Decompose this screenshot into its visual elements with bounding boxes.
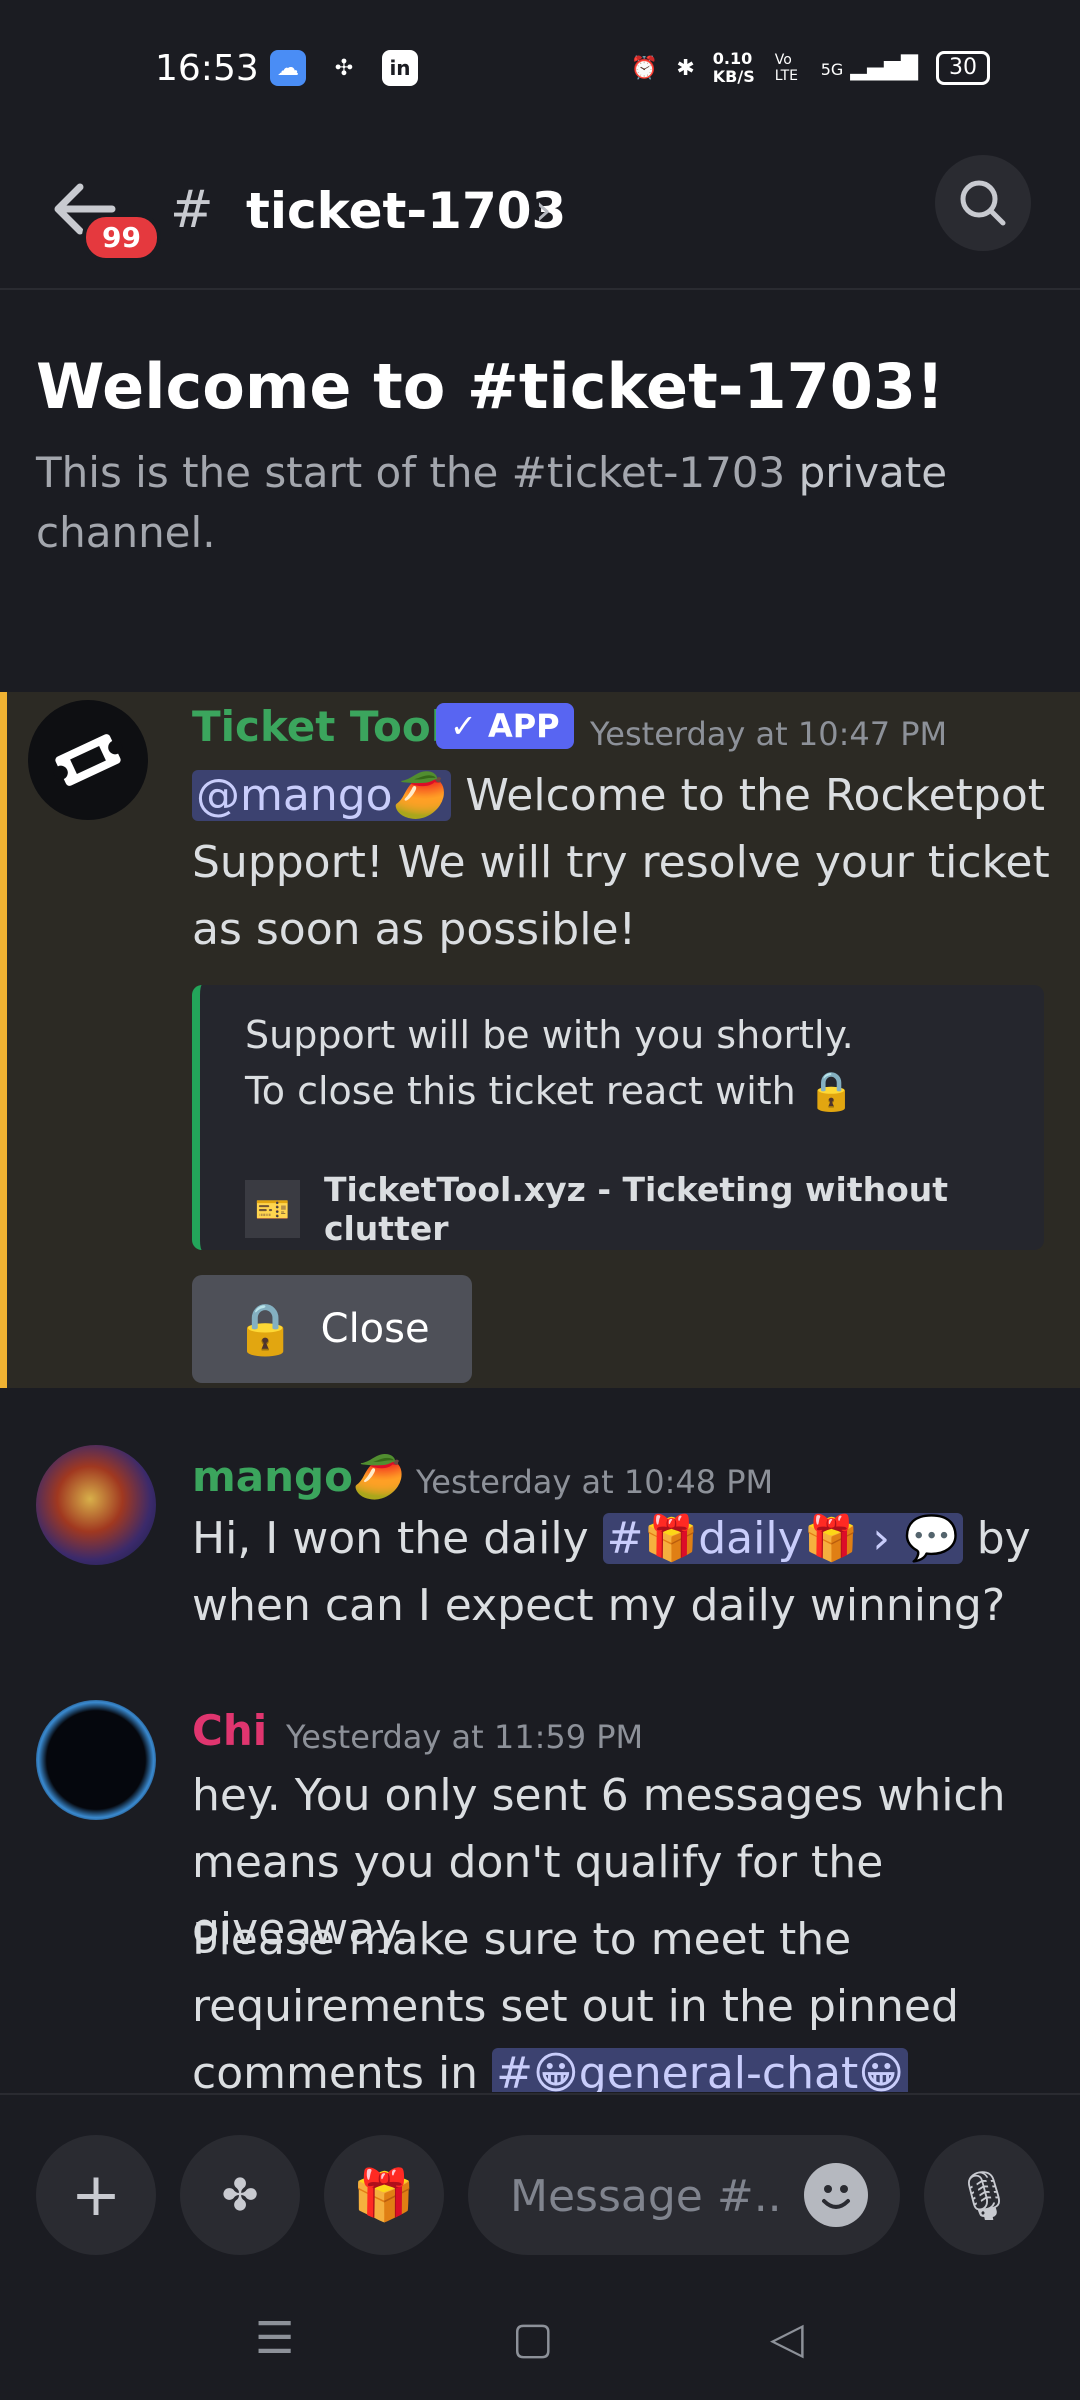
- app-tag-label: APP: [487, 707, 560, 745]
- welcome-title: Welcome to #ticket-1703!: [36, 350, 945, 423]
- gift-button[interactable]: 🎁: [324, 2135, 444, 2255]
- menu-icon[interactable]: ☰: [255, 2313, 294, 2364]
- message-input-container: [468, 2135, 900, 2255]
- status-time: 16:53: [155, 48, 259, 89]
- avatar[interactable]: [28, 700, 148, 820]
- avatar[interactable]: [36, 1700, 156, 1820]
- embed-line-1: Support will be with you shortly.: [245, 1013, 854, 1057]
- close-ticket-button[interactable]: 🔒 Close: [192, 1275, 472, 1383]
- microphone-icon: 🎙: [953, 2167, 1015, 2224]
- avatar[interactable]: [36, 1445, 156, 1565]
- status-bar: 16:53 ☁ ✣ in ⏰ ✱ 0.10 KB/S Vo LTE 5G ▂▄▆…: [0, 0, 1080, 140]
- message-author[interactable]: mango🥭: [192, 1452, 405, 1502]
- smiley-icon: [822, 2185, 850, 2209]
- search-icon: [960, 180, 1006, 226]
- back-nav-icon[interactable]: ◁: [770, 2313, 804, 2364]
- signal-icon: 5G ▂▄▆█: [820, 55, 918, 81]
- private-channel-icon: #: [170, 180, 214, 240]
- channel-title[interactable]: ticket-1703: [246, 182, 566, 240]
- plus-icon: +: [70, 2160, 122, 2230]
- welcome-subtitle-suffix: channel.: [36, 508, 216, 557]
- message-author[interactable]: Chi: [192, 1706, 267, 1755]
- alarm-icon: ⏰: [630, 55, 659, 81]
- voice-message-button[interactable]: 🎙: [924, 2135, 1044, 2255]
- linkedin-icon: in: [382, 50, 418, 86]
- channel-welcome: Welcome to #ticket-1703! This is the sta…: [36, 350, 1036, 563]
- message-content: Hi, I won the daily #🎁daily🎁 › 💬 by when…: [192, 1505, 1042, 1639]
- channel-header: 99 # ticket-1703 ›: [0, 140, 1080, 290]
- message-embed: Support will be with you shortly. To clo…: [192, 985, 1044, 1250]
- embed-footer-text: TicketTool.xyz - Ticketing without clutt…: [323, 1170, 949, 1248]
- welcome-subtitle-strong: private: [798, 448, 948, 497]
- weather-icon: ☁: [270, 50, 306, 86]
- app-badge: ✓ APP: [436, 703, 574, 749]
- message-composer: + ✤ 🎁 🎙: [0, 2093, 1080, 2275]
- system-nav-bar: ☰ ▢ ◁: [0, 2273, 1080, 2400]
- emoji-button[interactable]: [804, 2163, 868, 2227]
- user-mention[interactable]: @mango🥭: [192, 770, 452, 821]
- message-content: @mango🥭 Welcome to the Rocketpot Support…: [192, 762, 1052, 963]
- message-timestamp: Yesterday at 11:59 PM: [286, 1718, 644, 1756]
- gift-icon: 🎁: [352, 2165, 416, 2224]
- add-attachment-button[interactable]: +: [36, 2135, 156, 2255]
- volte-indicator: Vo LTE: [774, 52, 799, 84]
- notification-icons: ☁ ✣ in: [270, 50, 418, 86]
- pinwheel-icon: ✣: [334, 55, 354, 81]
- message-text: Hi, I won the daily: [192, 1513, 603, 1564]
- apps-icon: ✤: [221, 2169, 259, 2221]
- search-button[interactable]: [935, 155, 1031, 251]
- apps-button[interactable]: ✤: [180, 2135, 300, 2255]
- message-author[interactable]: Ticket Tool: [192, 702, 445, 751]
- ticket-icon: [53, 734, 123, 786]
- battery-icon: 30: [936, 51, 990, 85]
- message-content: Please make sure to meet the requirement…: [192, 1906, 1052, 2092]
- home-icon[interactable]: ▢: [512, 2313, 554, 2364]
- message-timestamp: Yesterday at 10:47 PM: [590, 715, 948, 753]
- close-button-label: Close: [320, 1306, 430, 1352]
- embed-footer: 🎫 TicketTool.xyz - Ticketing without clu…: [245, 1170, 1044, 1248]
- ticket-icon: 🎫: [245, 1180, 300, 1238]
- message-timestamp: Yesterday at 10:48 PM: [416, 1463, 774, 1501]
- system-icons: ⏰ ✱ 0.10 KB/S Vo LTE 5G ▂▄▆█ 30: [631, 50, 990, 86]
- channel-link[interactable]: #🎁daily🎁 › 💬: [602, 1513, 963, 1564]
- lock-icon: 🔒: [234, 1299, 297, 1358]
- welcome-subtitle-prefix: This is the start of the #ticket-1703: [36, 448, 786, 497]
- bluetooth-icon: ✱: [676, 55, 695, 81]
- network-type: 5G: [820, 59, 844, 79]
- channel-link[interactable]: #😀general-chat😀: [492, 2048, 909, 2092]
- message-input[interactable]: [508, 2165, 782, 2227]
- unread-badge: 99: [82, 213, 161, 262]
- embed-line-2: To close this ticket react with 🔒: [245, 1069, 856, 1113]
- net-speed: 0.10 KB/S: [712, 49, 755, 86]
- welcome-subtitle: This is the start of the #ticket-1703 pr…: [36, 443, 1036, 563]
- chevron-right-icon[interactable]: ›: [535, 185, 552, 234]
